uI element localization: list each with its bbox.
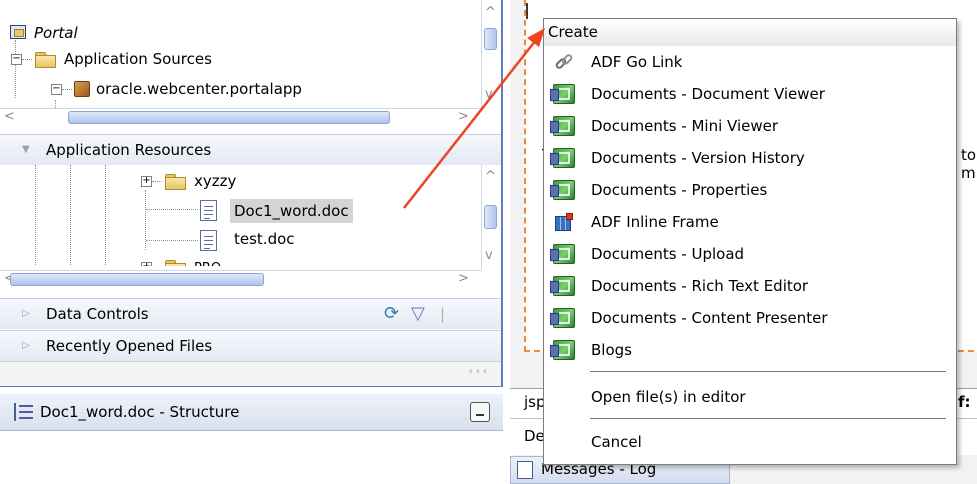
arrow-shaft xyxy=(403,39,537,209)
annotation-arrow xyxy=(403,28,545,209)
arrow-head xyxy=(527,28,545,47)
